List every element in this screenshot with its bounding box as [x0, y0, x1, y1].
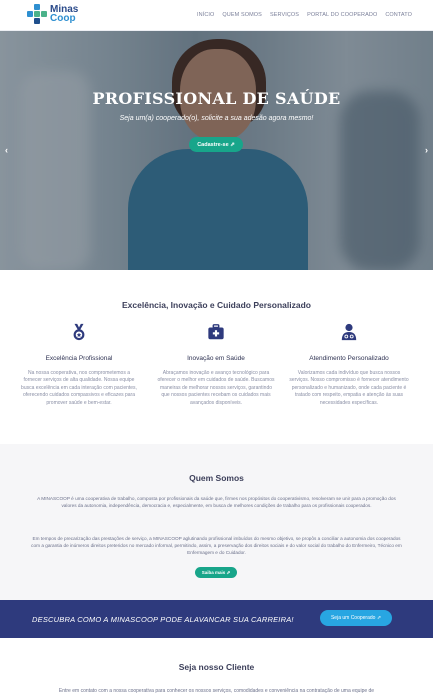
quem-somos-title: Quem Somos — [189, 473, 244, 483]
user-doctor-icon — [341, 323, 357, 341]
feature-heading: Atendimento Personalizado — [309, 355, 389, 362]
nav-quem-somos[interactable]: QUEM SOMOS — [222, 12, 262, 18]
feature-heading: Inovação em Saúde — [187, 355, 245, 362]
hero-subtitle: Seja um(a) cooperado(o), solicite a sua … — [119, 115, 314, 122]
cadastre-se-button[interactable]: Cadastre-se ⇗ — [189, 137, 243, 152]
brand-logo[interactable]: Minas Coop — [27, 4, 78, 24]
nav-servicos[interactable]: SERVIÇOS — [270, 12, 299, 18]
nav-inicio[interactable]: INÍCIO — [197, 12, 214, 18]
feature-text: Valorizamos cada indivíduo que busca nos… — [289, 370, 409, 406]
quem-somos-paragraph-2: Em tempos de precarização das prestações… — [31, 536, 402, 555]
nav-contato[interactable]: CONTATO — [385, 12, 412, 18]
briefcase-medical-icon — [208, 324, 224, 340]
feature-excelencia: Excelência Profissional Na nossa coopera… — [19, 323, 139, 407]
cliente-title: Seja nosso Cliente — [178, 662, 255, 672]
hero-title: PROFISSIONAL DE SAÚDE — [92, 89, 341, 108]
chevron-left-icon[interactable]: ‹ — [5, 145, 8, 155]
saiba-mais-button[interactable]: Saiba mais ⇗ — [195, 567, 237, 578]
quem-somos-paragraph-1: A MINASCOOP é uma cooperativa de trabalh… — [37, 496, 396, 508]
logo-text: Minas Coop — [50, 5, 78, 24]
logo-icon — [27, 4, 47, 24]
cliente-text: Entre em contato com a nossa cooperativa… — [58, 688, 375, 694]
medal-icon — [73, 323, 85, 341]
feature-heading: Excelência Profissional — [45, 355, 113, 362]
seja-um-cooperado-button[interactable]: Seja um Cooperado ⇗ — [320, 610, 392, 626]
feature-text: Na nossa cooperativa, nos comprometemos … — [21, 370, 137, 406]
chevron-right-icon[interactable]: › — [425, 145, 428, 155]
nav-portal-do-cooperado[interactable]: PORTAL DO COOPERADO — [307, 12, 377, 18]
logo-line-2: Coop — [50, 13, 76, 24]
top-navbar: Minas Coop INÍCIO QUEM SOMOS SERVIÇOS PO… — [0, 0, 433, 31]
feature-text: Abraçamos inovação e avanço tecnológico … — [157, 370, 275, 406]
features-title: Excelência, Inovação e Cuidado Personali… — [122, 300, 311, 310]
feature-atendimento: Atendimento Personalizado Valorizamos ca… — [289, 323, 409, 407]
feature-inovacao: Inovação em Saúde Abraçamos inovação e a… — [156, 323, 276, 407]
main-menu: INÍCIO QUEM SOMOS SERVIÇOS PORTAL DO COO… — [189, 12, 412, 18]
career-banner-text: DESCUBRA COMO A MINASCOOP PODE ALAVANCAR… — [32, 615, 294, 624]
